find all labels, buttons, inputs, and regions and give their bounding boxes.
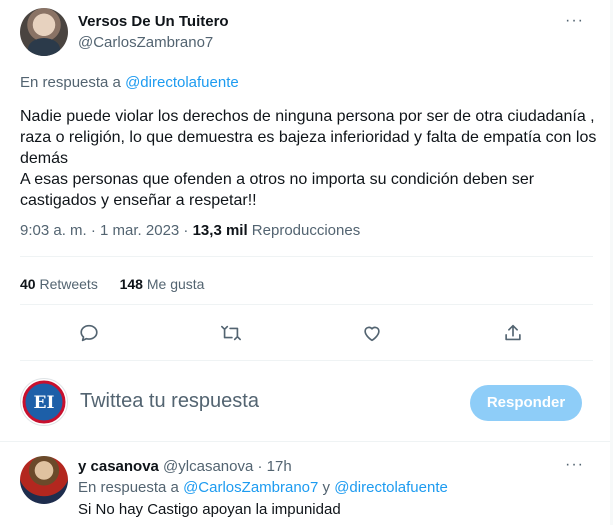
tweet-timestamp[interactable]: 9:03 a. m. · 1 mar. 2023 · — [20, 222, 193, 239]
author-handle[interactable]: @CarlosZambrano7 — [78, 34, 213, 51]
divider — [0, 441, 613, 442]
action-bar — [0, 318, 613, 348]
reply-context: En respuesta a @directolafuente — [20, 74, 239, 91]
author-avatar[interactable] — [20, 8, 68, 56]
reply-and: y — [318, 479, 335, 496]
tweet-meta: 9:03 a. m. · 1 mar. 2023 · 13,3 mil Repr… — [20, 222, 360, 239]
divider — [20, 256, 593, 257]
reply-context: En respuesta a @CarlosZambrano7 y @direc… — [78, 479, 448, 496]
likes-stat[interactable]: 148 Me gusta — [120, 276, 205, 292]
retweets-label: Retweets — [35, 276, 98, 292]
reply-button[interactable]: Responder — [470, 385, 582, 421]
tweet-stats: 40 Retweets 148 Me gusta — [20, 276, 204, 292]
el-impulso-logo-icon: EI — [22, 380, 66, 424]
tweet-text: Nadie puede violar los derechos de ningu… — [20, 108, 597, 209]
divider — [20, 360, 593, 361]
view-count: 13,3 mil — [192, 222, 248, 239]
divider — [20, 304, 593, 305]
user-avatar[interactable]: EI — [20, 378, 68, 426]
logo-text: EI — [34, 393, 55, 413]
reply-icon[interactable] — [78, 322, 100, 344]
reply-author-handle[interactable]: @ylcasanova · 17h — [159, 458, 292, 475]
reply-to-link[interactable]: @directolafuente — [334, 479, 448, 496]
author-name[interactable]: Versos De Un Tuitero — [78, 13, 229, 30]
reply-header: y casanova @ylcasanova · 17h — [78, 458, 292, 475]
likes-count: 148 — [119, 276, 143, 292]
reply-tweet[interactable]: y casanova @ylcasanova · 17h ··· En resp… — [0, 448, 613, 525]
reply-more-options-icon[interactable]: ··· — [565, 456, 584, 474]
reply-prefix: En respuesta a — [78, 479, 184, 496]
like-icon[interactable] — [361, 322, 383, 344]
reply-to-link[interactable]: @CarlosZambrano7 — [183, 479, 318, 496]
reply-to-link[interactable]: @directolafuente — [125, 74, 239, 91]
retweets-count: 40 — [20, 276, 36, 292]
reply-composer: EI Twittea tu respuesta Responder — [0, 370, 613, 434]
reply-author-avatar[interactable] — [20, 456, 68, 504]
reply-input[interactable]: Twittea tu respuesta — [80, 390, 259, 413]
likes-label: Me gusta — [142, 276, 205, 292]
reply-text: Si No hay Castigo apoyan la impunidad — [78, 501, 341, 518]
reply-prefix: En respuesta a — [20, 74, 126, 91]
retweet-icon[interactable] — [220, 322, 242, 344]
retweets-stat[interactable]: 40 Retweets — [20, 276, 98, 292]
reply-author-name[interactable]: y casanova — [78, 458, 159, 475]
view-label: Reproducciones — [247, 222, 361, 239]
more-options-icon[interactable]: ··· — [565, 12, 584, 30]
share-icon[interactable] — [502, 322, 524, 344]
